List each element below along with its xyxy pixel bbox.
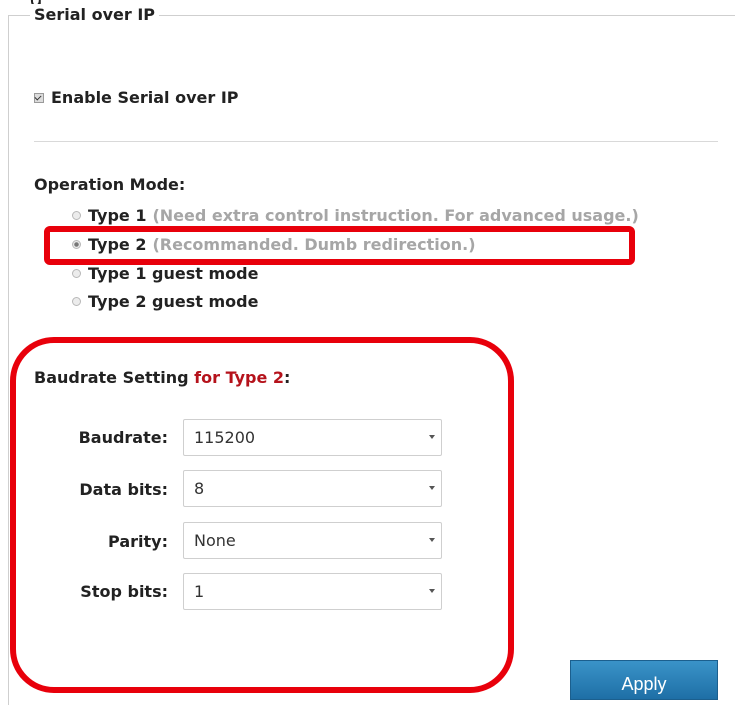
- enable-checkbox[interactable]: [34, 92, 44, 103]
- option-name: Type 1: [88, 206, 147, 225]
- radio-option-type-2-guest[interactable]: Type 2 guest mode: [72, 292, 258, 311]
- radio-type-2-guest[interactable]: [72, 297, 81, 306]
- option-name: Type 1 guest mode: [88, 264, 259, 283]
- option-hint: (Need extra control instruction. For adv…: [152, 206, 639, 225]
- radio-option-type-1[interactable]: Type 1 (Need extra control instruction. …: [72, 206, 639, 225]
- radio-type-1[interactable]: [72, 211, 81, 220]
- enable-label: Enable Serial over IP: [51, 88, 239, 107]
- highlight-rectangle: [44, 226, 635, 265]
- fieldset-border-left: [8, 15, 9, 705]
- highlight-rounded-box: [10, 337, 514, 693]
- apply-button[interactable]: Apply: [570, 660, 718, 700]
- fieldset-legend: Serial over IP: [30, 4, 160, 26]
- option-name: Type 2 guest mode: [88, 292, 259, 311]
- radio-option-type-1-guest[interactable]: Type 1 guest mode: [72, 264, 258, 283]
- operation-mode-label: Operation Mode:: [34, 175, 186, 194]
- section-divider: [34, 141, 718, 142]
- enable-serial-over-ip-checkbox-row[interactable]: Enable Serial over IP: [34, 88, 239, 107]
- radio-type-1-guest[interactable]: [72, 269, 81, 278]
